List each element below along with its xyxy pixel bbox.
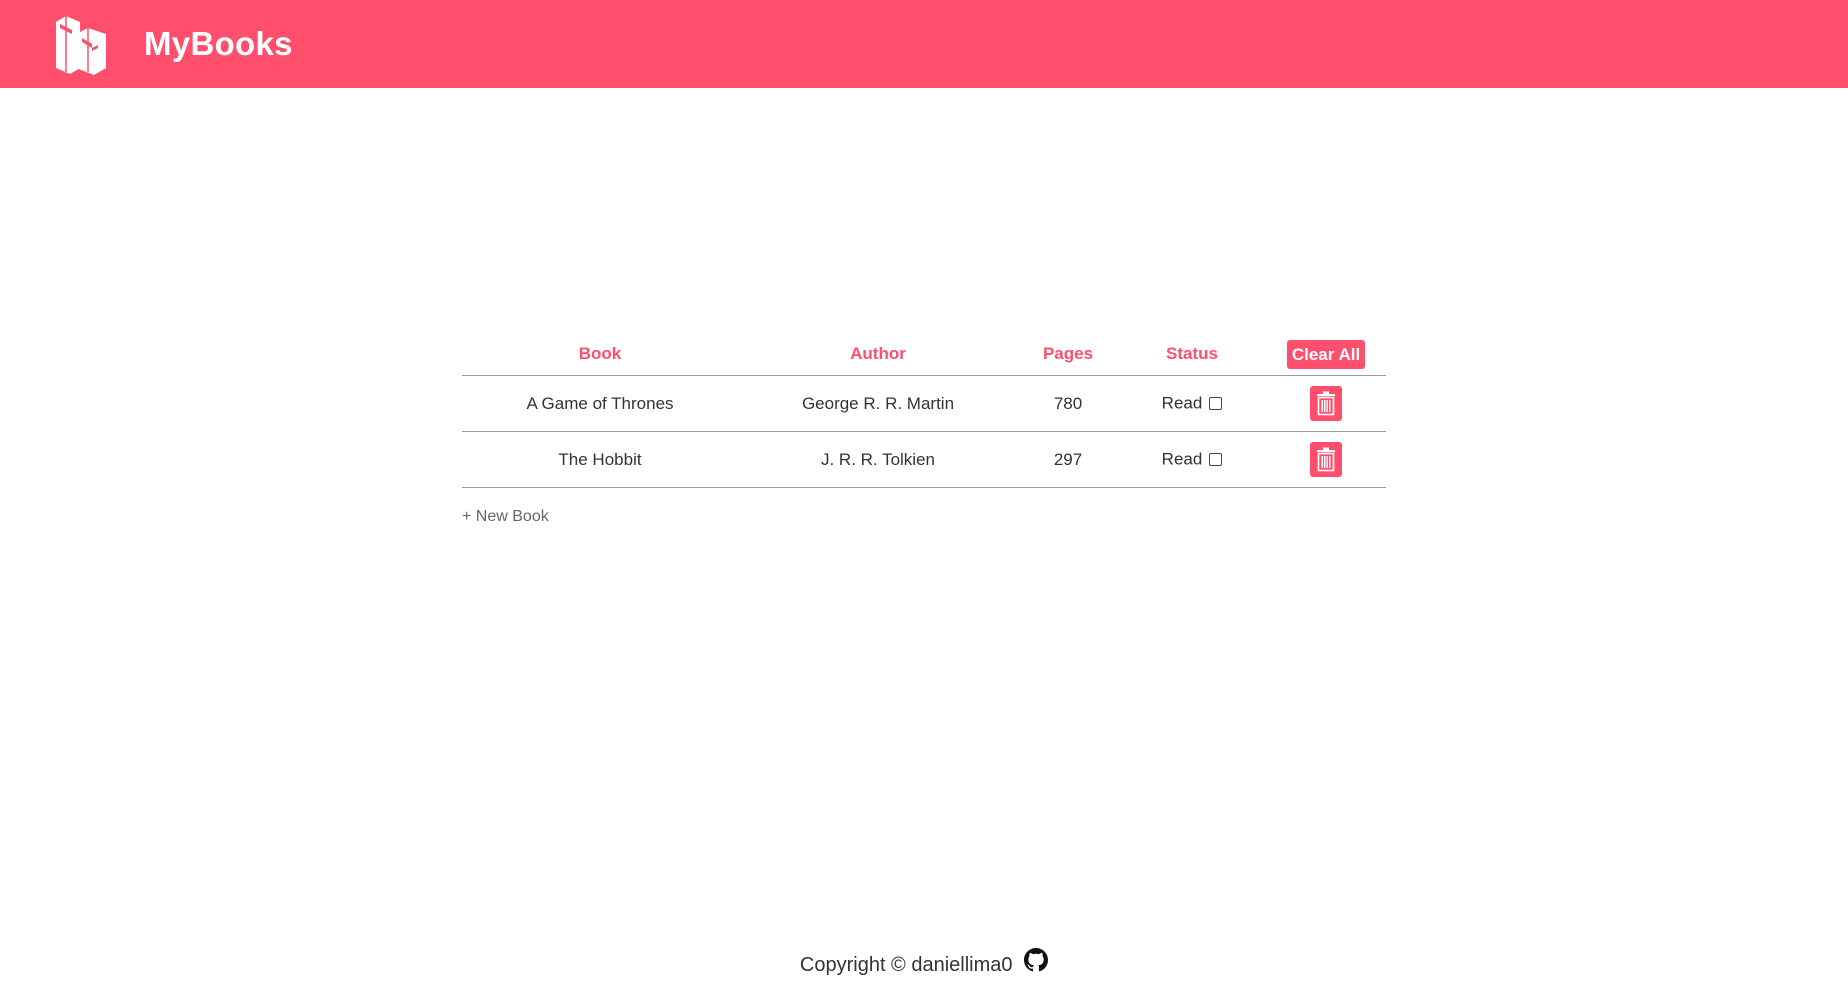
table-header-row: Book Author Pages Status Clear All bbox=[462, 333, 1386, 376]
copyright-text: Copyright © daniellima0 bbox=[799, 953, 1013, 976]
status-label: Read bbox=[1161, 393, 1203, 413]
column-header-status: Status bbox=[1118, 333, 1266, 376]
delete-book-button[interactable] bbox=[1310, 442, 1342, 477]
column-header-actions: Clear All bbox=[1266, 333, 1386, 376]
new-book-button[interactable]: + New Book bbox=[462, 508, 549, 526]
trash-icon bbox=[1317, 447, 1335, 472]
table-row: The Hobbit J. R. R. Tolkien 297 Read bbox=[462, 431, 1386, 488]
pages-cell: 780 bbox=[1018, 375, 1118, 432]
trash-icon bbox=[1317, 391, 1335, 416]
clear-all-button[interactable]: Clear All bbox=[1286, 339, 1366, 369]
books-icon bbox=[52, 12, 108, 76]
status-label: Read bbox=[1161, 449, 1203, 469]
actions-cell bbox=[1266, 375, 1386, 432]
status-cell: Read bbox=[1118, 431, 1266, 488]
delete-book-button[interactable] bbox=[1310, 386, 1342, 421]
app-header: MyBooks bbox=[0, 0, 1848, 88]
github-icon[interactable] bbox=[1024, 948, 1049, 979]
status-cell: Read bbox=[1118, 375, 1266, 432]
actions-cell bbox=[1266, 431, 1386, 488]
app-title: MyBooks bbox=[144, 25, 293, 62]
book-title-cell: A Game of Thrones bbox=[462, 375, 738, 432]
books-table: Book Author Pages Status Clear All A Gam… bbox=[462, 333, 1386, 488]
column-header-pages: Pages bbox=[1018, 333, 1118, 376]
column-header-book: Book bbox=[462, 333, 738, 376]
author-cell: George R. R. Martin bbox=[738, 375, 1018, 432]
table-row: A Game of Thrones George R. R. Martin 78… bbox=[462, 375, 1386, 432]
read-checkbox[interactable] bbox=[1209, 397, 1223, 411]
column-header-author: Author bbox=[738, 333, 1018, 376]
footer: Copyright © daniellima0 bbox=[0, 948, 1848, 981]
pages-cell: 297 bbox=[1018, 431, 1118, 488]
read-checkbox[interactable] bbox=[1209, 453, 1223, 467]
author-cell: J. R. R. Tolkien bbox=[738, 431, 1018, 488]
book-title-cell: The Hobbit bbox=[462, 431, 738, 488]
